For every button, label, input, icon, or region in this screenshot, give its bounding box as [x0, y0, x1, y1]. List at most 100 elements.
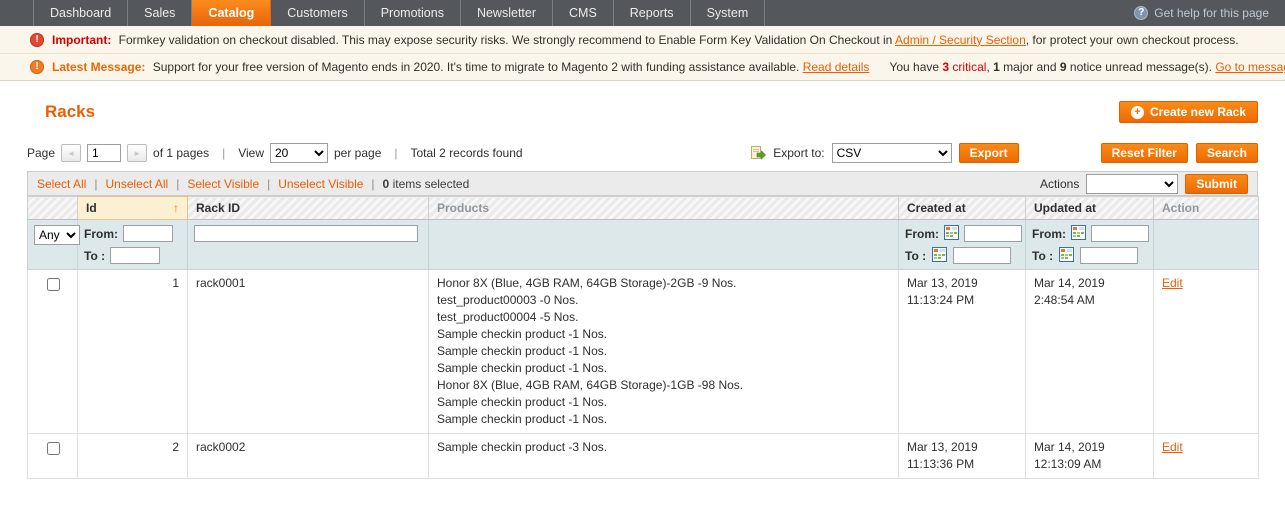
column-header-products: Products: [429, 197, 899, 220]
updated-from-input[interactable]: [1091, 225, 1149, 242]
filter-cell-action: [1154, 220, 1259, 270]
updated-from-label: From:: [1032, 227, 1066, 241]
nav-tab-newsletter[interactable]: Newsletter: [461, 0, 553, 26]
filter-buttons: Reset Filter Search: [1101, 143, 1258, 163]
notice-count: 9: [1060, 60, 1067, 74]
page-number-input[interactable]: [87, 144, 121, 162]
id-to-input[interactable]: [110, 247, 160, 264]
important-text: Formkey validation on checkout disabled.…: [119, 33, 893, 47]
row-products-cell: Honor 8X (Blue, 4GB RAM, 64GB Storage)-2…: [429, 270, 899, 434]
edit-link-row-2[interactable]: Edit: [1162, 440, 1183, 454]
filter-cell-updated-at: From: To :: [1026, 220, 1154, 270]
nav-tab-reports[interactable]: Reports: [614, 0, 691, 26]
error-exclamation-icon: !: [30, 33, 44, 47]
edit-link-row-1[interactable]: Edit: [1162, 276, 1183, 290]
massaction-separator: |: [267, 177, 270, 191]
page-header: Racks + Create new Rack: [27, 100, 1258, 124]
product-line: Sample checkin product -1 Nos.: [437, 394, 890, 411]
updated-to-input[interactable]: [1080, 247, 1138, 264]
notice-word: notice unread message(s).: [1070, 60, 1212, 74]
created-to-calendar-icon[interactable]: [931, 247, 948, 264]
create-new-rack-button[interactable]: + Create new Rack: [1119, 101, 1258, 123]
row-rack-id-cell: rack0002: [188, 434, 429, 479]
row-checkbox-cell: [28, 270, 78, 434]
row-action-cell: Edit: [1154, 270, 1259, 434]
pager: Page ◄ ► of 1 pages | View 20 per page |…: [27, 143, 523, 163]
updated-from-calendar-icon[interactable]: [1071, 225, 1086, 242]
updated-to-label: To :: [1032, 249, 1053, 263]
unselect-visible-link[interactable]: Unselect Visible: [278, 177, 363, 191]
row-checkbox-cell: [28, 434, 78, 479]
nav-tab-promotions[interactable]: Promotions: [365, 0, 461, 26]
column-header-created-at[interactable]: Created at: [899, 197, 1026, 220]
product-line: Honor 8X (Blue, 4GB RAM, 64GB Storage)-1…: [437, 377, 890, 394]
row-updated-at-cell: Mar 14, 2019 12:13:09 AM: [1026, 434, 1154, 479]
column-header-rack-id[interactable]: Rack ID: [188, 197, 429, 220]
filter-cell-created-at: From: To :: [899, 220, 1026, 270]
submit-button[interactable]: Submit: [1185, 174, 1248, 194]
filter-cell-rack-id: [188, 220, 429, 270]
search-button[interactable]: Search: [1196, 143, 1258, 163]
latest-message-text: Support for your free version of Magento…: [153, 60, 800, 74]
updated-to-calendar-icon[interactable]: [1058, 247, 1075, 264]
massaction-separator: |: [94, 177, 97, 191]
id-from-input[interactable]: [123, 225, 173, 242]
important-text-suffix: , for protect your own checkout process.: [1026, 33, 1239, 47]
created-from-label: From:: [905, 227, 939, 241]
get-help-link[interactable]: ? Get help for this page: [1134, 0, 1285, 26]
toolbar-separator: |: [222, 146, 225, 160]
rack-id-filter-input[interactable]: [194, 225, 418, 242]
created-from-calendar-icon[interactable]: [944, 225, 959, 242]
unselect-all-link[interactable]: Unselect All: [105, 177, 168, 191]
nav-tab-system[interactable]: System: [691, 0, 766, 26]
export-format-select[interactable]: CSV: [832, 143, 952, 163]
column-header-updated-at[interactable]: Updated at: [1026, 197, 1154, 220]
nav-tab-catalog[interactable]: Catalog: [192, 0, 271, 26]
critical-word: critical: [952, 60, 986, 74]
per-page-label: per page: [334, 146, 381, 160]
checkbox-column-header: [28, 197, 78, 220]
table-row: 2 rack0002 Sample checkin product -3 Nos…: [28, 434, 1259, 479]
nav-tab-dashboard[interactable]: Dashboard: [33, 0, 128, 26]
admin-security-section-link[interactable]: Admin / Security Section: [895, 33, 1026, 47]
important-label: Important:: [52, 33, 111, 47]
row-action-cell: Edit: [1154, 434, 1259, 479]
help-question-icon: ?: [1134, 6, 1148, 20]
previous-page-button[interactable]: ◄: [61, 144, 81, 162]
massaction-separator: |: [176, 177, 179, 191]
actions-select[interactable]: [1086, 174, 1178, 194]
go-to-messages-inbox-link[interactable]: Go to messages inbox: [1215, 60, 1285, 74]
racks-grid: Id↑ Rack ID Products Created at Updated …: [27, 196, 1259, 479]
per-page-select[interactable]: 20: [270, 143, 328, 163]
row-1-checkbox[interactable]: [47, 278, 60, 291]
created-to-input[interactable]: [953, 247, 1011, 264]
sort-ascending-icon: ↑: [173, 201, 179, 215]
select-visible-link[interactable]: Select Visible: [187, 177, 259, 191]
read-details-link[interactable]: Read details: [803, 60, 870, 74]
massaction-separator: |: [371, 177, 374, 191]
nav-tab-sales[interactable]: Sales: [128, 0, 192, 26]
of-pages-label: of 1 pages: [153, 146, 209, 160]
row-id-cell: 1: [78, 270, 188, 434]
reset-filter-button[interactable]: Reset Filter: [1101, 143, 1188, 163]
get-help-label: Get help for this page: [1154, 6, 1269, 20]
row-2-checkbox[interactable]: [47, 442, 60, 455]
column-header-id[interactable]: Id↑: [78, 197, 188, 220]
nav-tab-customers[interactable]: Customers: [271, 0, 364, 26]
created-from-input[interactable]: [964, 225, 1022, 242]
product-line: test_product00003 -0 Nos.: [437, 292, 890, 309]
massaction-filter-select[interactable]: Any: [34, 225, 80, 245]
select-all-link[interactable]: Select All: [37, 177, 86, 191]
view-label: View: [238, 146, 264, 160]
export-button[interactable]: Export: [959, 143, 1019, 163]
items-selected-count: 0 items selected: [383, 177, 470, 191]
nav-tab-cms[interactable]: CMS: [553, 0, 614, 26]
grid-toolbar: Page ◄ ► of 1 pages | View 20 per page |…: [27, 141, 1258, 165]
total-records-label: Total 2 records found: [411, 146, 523, 160]
plus-circle-icon: +: [1131, 106, 1144, 119]
page-title: Racks: [45, 102, 95, 122]
row-updated-at-cell: Mar 14, 2019 2:48:54 AM: [1026, 270, 1154, 434]
next-page-button[interactable]: ►: [127, 144, 147, 162]
column-header-action: Action: [1154, 197, 1259, 220]
product-line: Sample checkin product -3 Nos.: [437, 439, 890, 456]
